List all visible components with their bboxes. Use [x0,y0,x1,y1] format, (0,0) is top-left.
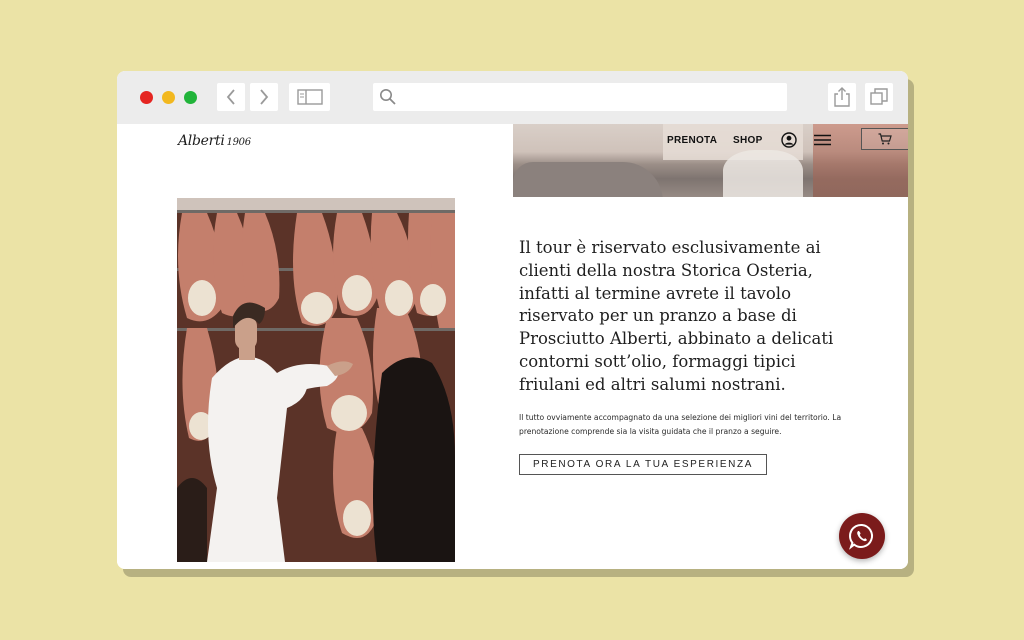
whatsapp-button[interactable] [839,513,885,559]
tabs-button[interactable] [865,83,893,111]
browser-window: Alberti 1906 PRENOTA SHOP Il tour è rise… [117,71,908,569]
nav-prenota-link[interactable]: PRENOTA [667,135,717,146]
close-window-button[interactable] [140,91,153,104]
web-page: Alberti 1906 PRENOTA SHOP Il tour è rise… [117,124,908,569]
share-button[interactable] [828,83,856,111]
cart-icon [878,133,892,145]
chevron-right-icon [260,89,269,105]
chevron-left-icon [226,89,235,105]
tour-description-heading: Il tour è riservato esclusivamente ai cl… [519,238,834,394]
logo-year: 1906 [226,137,252,148]
back-button[interactable] [217,83,245,111]
browser-toolbar [117,71,908,124]
book-experience-button[interactable]: PRENOTA ORA LA TUA ESPERIENZA [519,454,767,475]
site-logo[interactable]: Alberti 1906 [178,133,251,149]
share-icon [834,87,850,107]
zoom-window-button[interactable] [184,91,197,104]
address-bar[interactable] [373,83,787,111]
forward-button[interactable] [250,83,278,111]
sidebar-icon [296,89,323,105]
logo-name: Alberti [178,133,225,149]
tabs-icon [870,88,888,105]
sidebar-toggle-button[interactable] [289,83,330,111]
tour-description-body: Il tutto ovviamente accompagnato da una … [519,413,842,436]
nav-shop-link[interactable]: SHOP [733,135,763,146]
minimize-window-button[interactable] [162,91,175,104]
tour-guide-photo [177,198,455,562]
cart-button[interactable] [861,128,908,150]
whatsapp-icon [849,523,873,550]
search-icon [380,89,396,105]
user-icon[interactable] [781,132,797,148]
hamburger-menu-icon[interactable] [814,134,831,146]
